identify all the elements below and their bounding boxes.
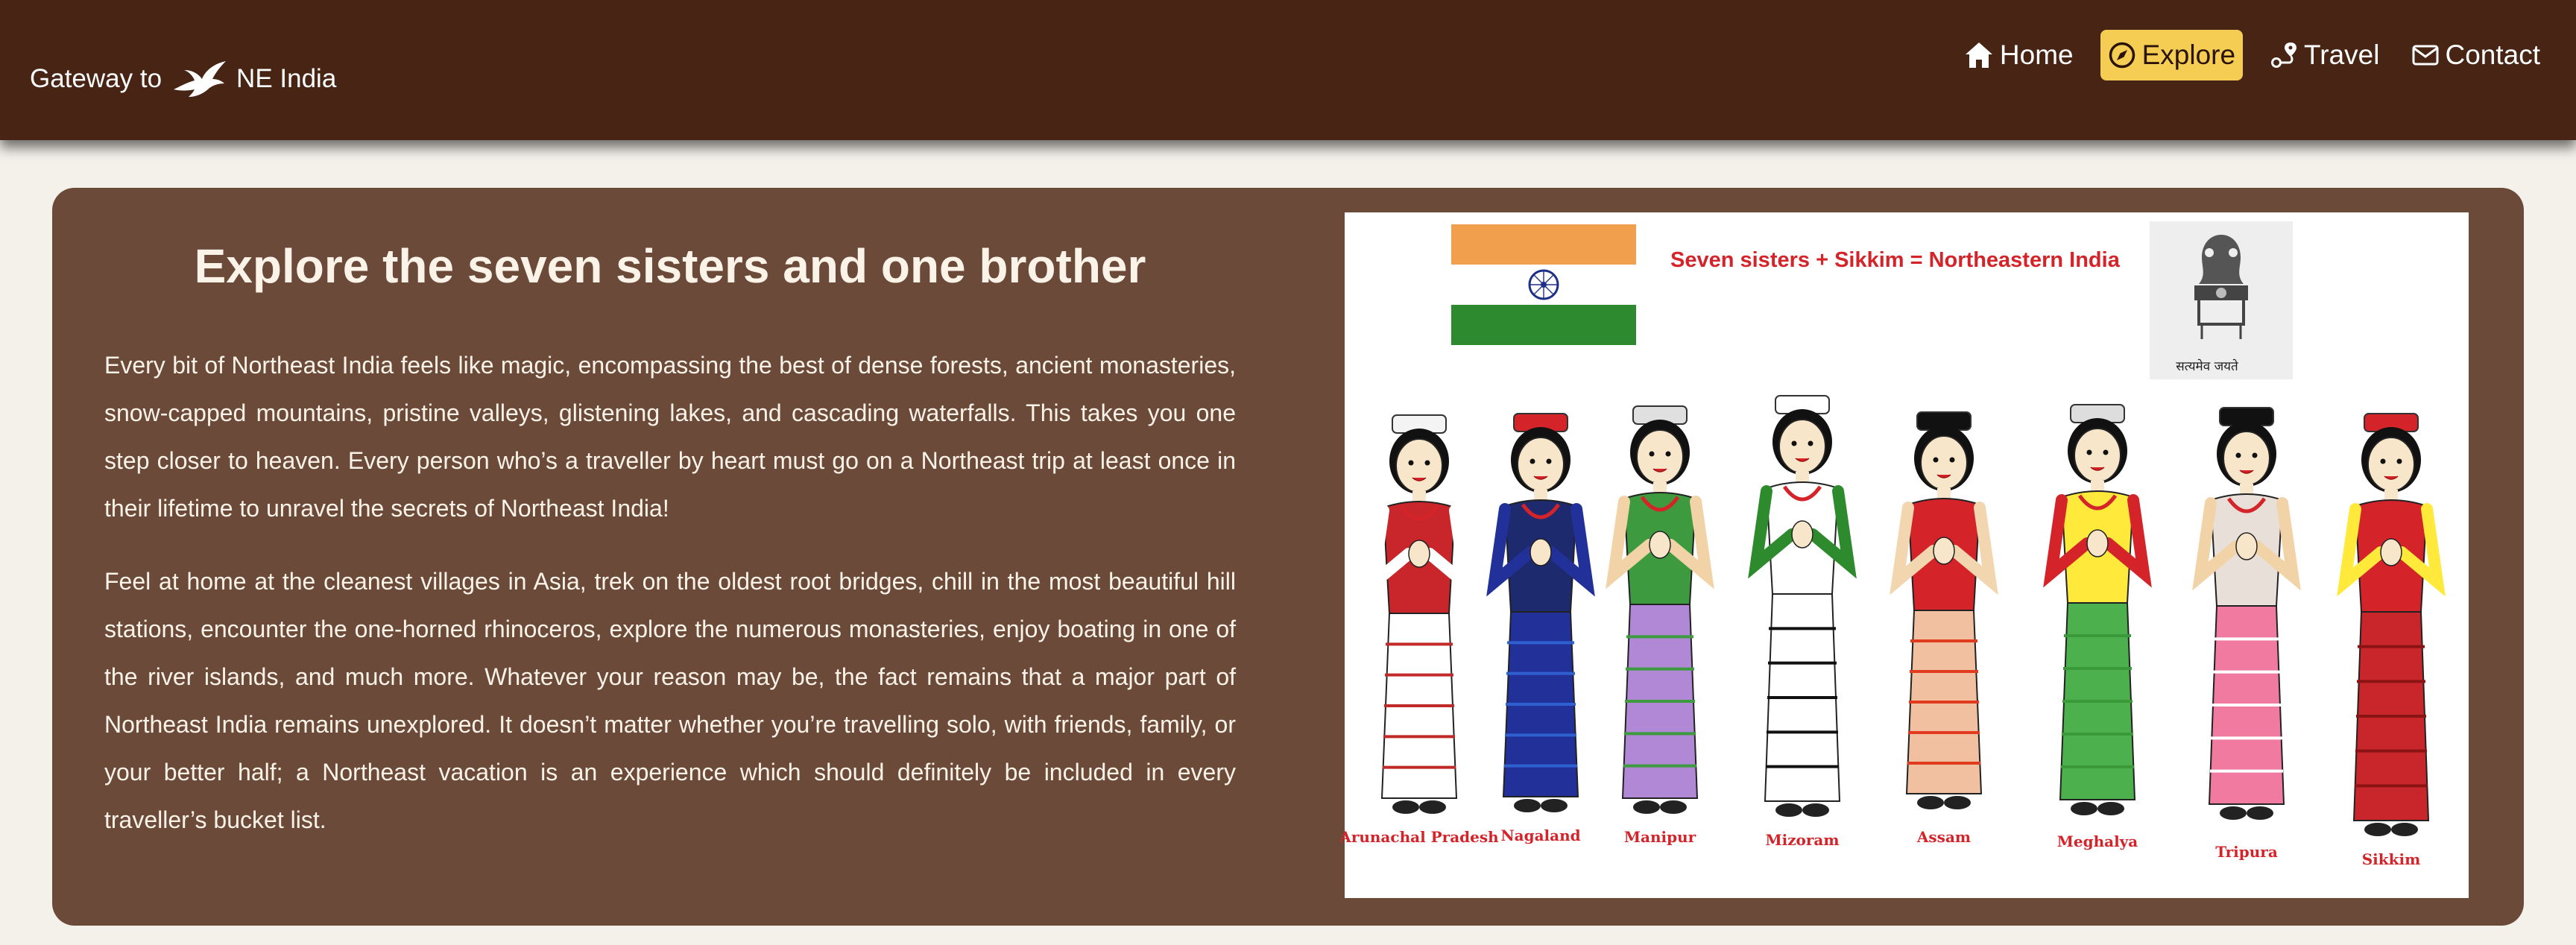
state-figure bbox=[2337, 413, 2446, 836]
state-figure bbox=[1486, 413, 1595, 812]
state-figure bbox=[2192, 407, 2301, 820]
seven-sisters-illustration: Seven sisters + Sikkim = Northeastern In… bbox=[1339, 212, 2469, 898]
brand-link[interactable]: Gateway to NE India bbox=[30, 60, 336, 98]
brand-text-suffix: NE India bbox=[236, 64, 337, 93]
intro-paragraph: Every bit of Northeast India feels like … bbox=[104, 352, 1236, 522]
nav-home[interactable]: Home bbox=[1958, 30, 2080, 80]
brand-text-prefix: Gateway to bbox=[30, 64, 162, 93]
navbar: Gateway to NE India Home Explore Travel … bbox=[0, 0, 2576, 140]
route-icon bbox=[2271, 42, 2297, 68]
state-figure bbox=[1890, 411, 1998, 809]
state-figure bbox=[2043, 404, 2152, 815]
illustration-caption: Seven sisters + Sikkim = Northeastern In… bbox=[1670, 248, 2120, 272]
nav-home-label: Home bbox=[1999, 39, 2074, 70]
envelope-icon bbox=[2412, 45, 2439, 66]
emblem-motto: सत्यमेव जयते bbox=[2176, 359, 2238, 374]
intro-text: Explore the seven sisters and one brothe… bbox=[104, 233, 1236, 844]
nav-explore[interactable]: Explore bbox=[2100, 30, 2244, 80]
state-label: Sikkim bbox=[2361, 850, 2421, 868]
nav-explore-label: Explore bbox=[2141, 39, 2236, 70]
state-label: Assam bbox=[1916, 828, 1972, 846]
intro-paragraph: Feel at home at the cleanest villages in… bbox=[104, 568, 1236, 833]
state-figure bbox=[1748, 395, 1857, 817]
flying-bird-icon bbox=[174, 61, 227, 97]
home-icon bbox=[1965, 42, 1992, 68]
compass-icon bbox=[2109, 42, 2135, 69]
illustration-canvas bbox=[1365, 221, 2446, 836]
national-emblem-icon bbox=[2150, 221, 2293, 379]
nav-travel-label: Travel bbox=[2304, 39, 2380, 70]
state-figure bbox=[1365, 414, 1474, 814]
explore-card: Explore the seven sisters and one brothe… bbox=[52, 188, 2524, 926]
nav-travel[interactable]: Travel bbox=[2264, 30, 2385, 80]
state-figure bbox=[1606, 405, 1714, 814]
indian-flag-icon bbox=[1451, 224, 1636, 345]
nav-contact[interactable]: Contact bbox=[2406, 30, 2546, 80]
main-nav: Home Explore Travel Contact bbox=[1937, 30, 2546, 80]
nav-contact-label: Contact bbox=[2445, 39, 2540, 70]
page-title: Explore the seven sisters and one brothe… bbox=[194, 239, 1146, 293]
